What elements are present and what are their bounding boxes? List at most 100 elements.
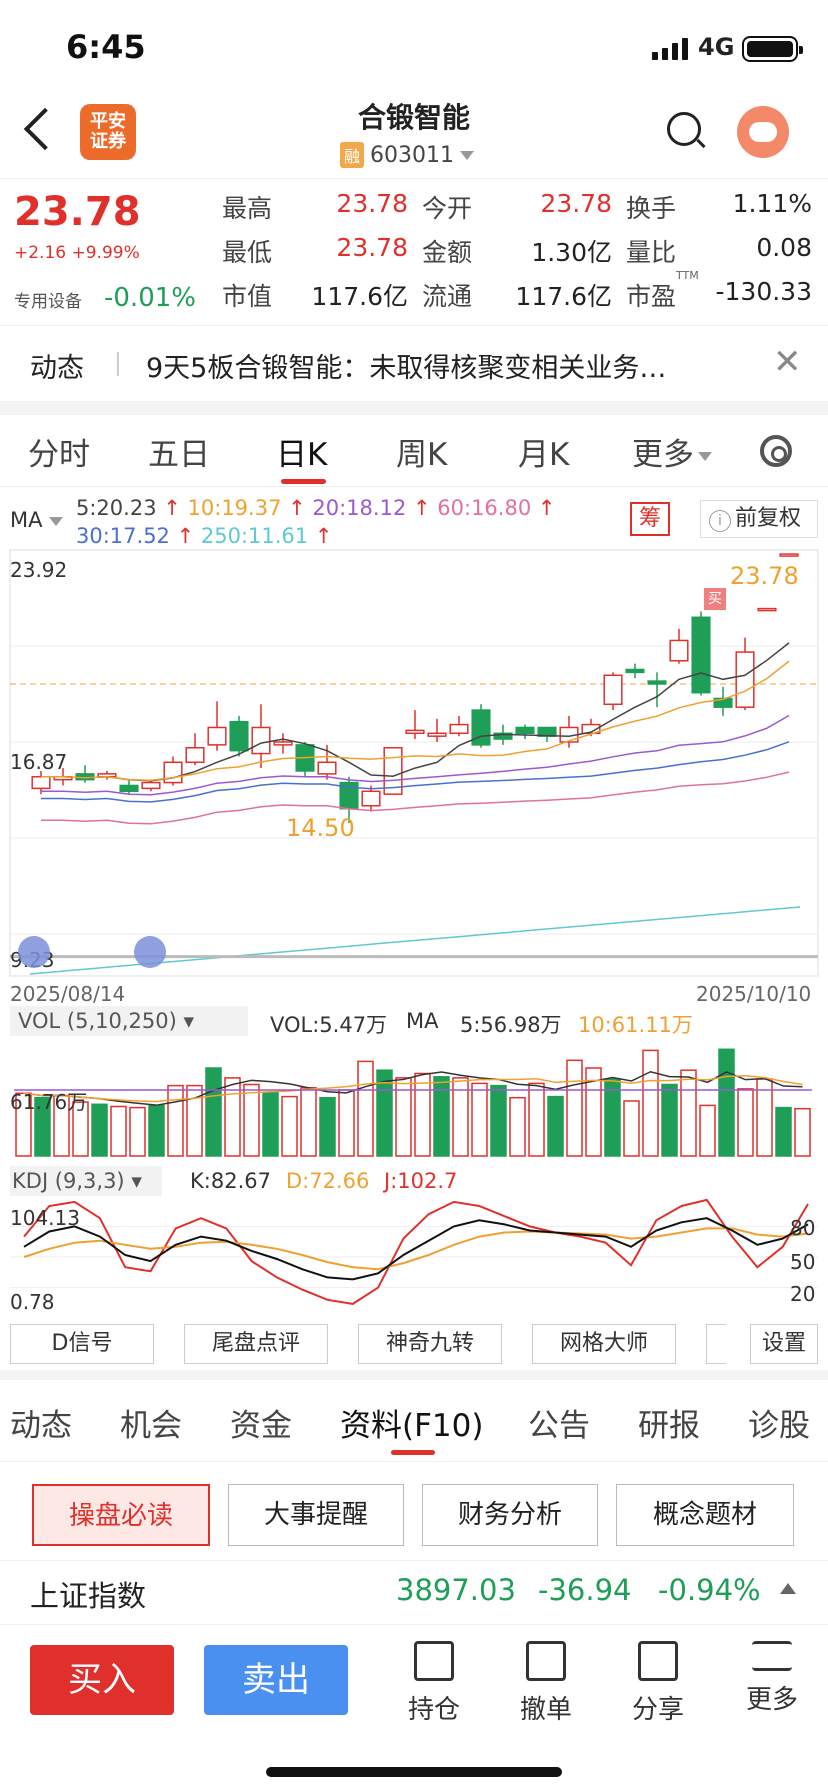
tab-f10[interactable]: 资料(F10) [340, 1400, 483, 1445]
ma10-value: 10:19.37 [187, 496, 282, 520]
share-button[interactable]: 分享 [618, 1641, 698, 1726]
y-axis-top: 23.92 [10, 558, 68, 582]
assistant-avatar-icon[interactable] [737, 106, 789, 158]
tab-news[interactable]: 动态 [10, 1400, 72, 1445]
volume-bar [167, 1084, 184, 1157]
more-button[interactable]: 更多 [732, 1641, 812, 1716]
quote-label: 流通 [422, 282, 473, 311]
quote-label: 金额 [422, 238, 473, 267]
tab-announcements[interactable]: 公告 [528, 1400, 590, 1445]
buy-marker[interactable]: 买 [704, 588, 726, 610]
quote-label: 最低 [222, 238, 273, 267]
volume-value: VOL:5.47万 [270, 1013, 388, 1037]
kdj-panel[interactable]: KDJ (9,3,3) ▾ K:82.67 D:72.66 J:102.7 10… [0, 1166, 828, 1318]
closing-review-button[interactable]: 尾盘点评 [184, 1324, 328, 1364]
volume-bar [680, 1069, 697, 1157]
scroll-left-handle[interactable] [18, 936, 50, 968]
volume-ma10: 10:61.11万 [578, 1013, 693, 1037]
subtab-concepts[interactable]: 概念题材 [616, 1484, 794, 1546]
x-axis-start: 2025/08/14 [10, 982, 126, 1006]
d-signal-button[interactable]: D信号 [10, 1324, 154, 1364]
volume-bar [509, 1096, 526, 1157]
sell-button[interactable]: 卖出 [204, 1645, 348, 1715]
stock-code-selector[interactable]: 融 603011 [340, 142, 474, 168]
candle-body [449, 723, 469, 735]
index-change: -36.94 [538, 1573, 632, 1607]
news-headline[interactable]: 9天5板合锻智能：未取得核聚变相关业务… [146, 346, 746, 385]
tab-monthly-k[interactable]: 月K [518, 429, 569, 474]
tab-daily-k[interactable]: 日K [276, 429, 327, 474]
volume-bar [490, 1084, 507, 1157]
index-pct: -0.94% [658, 1573, 761, 1607]
volume-bar [566, 1059, 583, 1157]
magic-nine-button[interactable]: 神奇九转 [358, 1324, 502, 1364]
holdings-button[interactable]: 持仓 [394, 1641, 474, 1726]
kdj-y-top: 104.13 [10, 1206, 80, 1230]
gear-icon[interactable] [760, 435, 792, 467]
candle-body [647, 680, 667, 685]
sector-change[interactable]: -0.01% [104, 283, 196, 313]
close-icon[interactable]: ✕ [773, 342, 802, 382]
volume-bar [775, 1106, 792, 1157]
candlestick-svg[interactable] [0, 548, 828, 1008]
volume-bar [414, 1072, 431, 1157]
buy-button[interactable]: 买入 [30, 1645, 174, 1715]
quote-label: 量比 [626, 238, 677, 267]
tab-opportunity[interactable]: 机会 [120, 1400, 182, 1445]
high-price-label: 23.78 [730, 562, 799, 590]
tab-weekly-k[interactable]: 周K [396, 429, 447, 474]
chevron-up-icon[interactable] [780, 1583, 796, 1594]
subtab-must-read[interactable]: 操盘必读 [32, 1484, 210, 1546]
ma-values: 5:20.23 ↑ 10:19.37 ↑ 20:18.12 ↑ 60:16.80… [76, 496, 556, 548]
quote-label: 换手 [626, 194, 677, 223]
kdj-j-line [23, 1198, 809, 1305]
quote-value: 117.6亿 [515, 282, 612, 311]
zoom-handle[interactable] [134, 936, 166, 968]
index-ticker[interactable]: 上证指数 3897.03 -36.94 -0.94% [0, 1560, 828, 1622]
ma-label: MA [10, 508, 64, 532]
tab-intraday[interactable]: 分时 [28, 429, 90, 474]
quote-value: 23.78 [540, 189, 612, 218]
quote-label: 市值 [222, 282, 273, 311]
search-icon[interactable] [667, 112, 701, 146]
f10-subtabs: 操盘必读 大事提醒 财务分析 概念题材 [0, 1470, 828, 1560]
sector-label[interactable]: 专用设备 [14, 287, 82, 312]
chip-distribution-button[interactable]: 筹 [630, 502, 670, 536]
index-value: 3897.03 [396, 1573, 516, 1607]
grid-master-button[interactable]: 网格大师 [532, 1324, 676, 1364]
volume-bar [623, 1100, 640, 1157]
news-ticker[interactable]: 动态 9天5板合锻智能：未取得核聚变相关业务… ✕ [0, 325, 828, 401]
tab-five-day[interactable]: 五日 [148, 429, 210, 474]
candle-body [691, 616, 711, 694]
volume-bar [281, 1095, 298, 1157]
active-tab-indicator [391, 1450, 435, 1455]
candle-body [185, 747, 205, 764]
tab-fund-flow[interactable]: 资金 [230, 1400, 292, 1445]
volume-bar [794, 1107, 811, 1157]
info-tabs: 动态 机会 资金 资料(F10) 公告 研报 诊股 [0, 1380, 828, 1462]
more-tool-button[interactable] [706, 1324, 726, 1364]
candle-body [757, 607, 777, 612]
battery-icon [742, 36, 803, 62]
cancel-order-button[interactable]: 撤单 [506, 1641, 586, 1726]
settings-button[interactable]: 设置 [750, 1324, 818, 1364]
volume-bar [319, 1096, 336, 1157]
volume-panel[interactable]: VOL (5,10,250) ▾ VOL:5.47万 MA 5:56.98万 1… [0, 1006, 828, 1166]
volume-bar [300, 1087, 317, 1157]
candle-body [779, 553, 799, 557]
tab-more[interactable]: 更多 [632, 429, 712, 474]
volume-ma5: 5:56.98万 [460, 1013, 562, 1037]
info-icon: i [709, 510, 731, 532]
tab-research[interactable]: 研报 [638, 1400, 700, 1445]
subtab-events[interactable]: 大事提醒 [228, 1484, 404, 1546]
signal-icon [652, 36, 688, 60]
divider [0, 401, 828, 415]
candle-body [229, 720, 249, 752]
k-line-chart[interactable]: 23.92 16.87 9.23 2025/08/14 2025/10/10 2… [0, 548, 828, 1008]
subtab-finance[interactable]: 财务分析 [422, 1484, 598, 1546]
volume-bar [357, 1060, 374, 1157]
volume-bar [91, 1103, 108, 1157]
tab-diagnosis[interactable]: 诊股 [748, 1400, 810, 1445]
volume-bars-svg [14, 1048, 812, 1157]
adjust-price-toggle[interactable]: i 前复权 [700, 500, 818, 538]
